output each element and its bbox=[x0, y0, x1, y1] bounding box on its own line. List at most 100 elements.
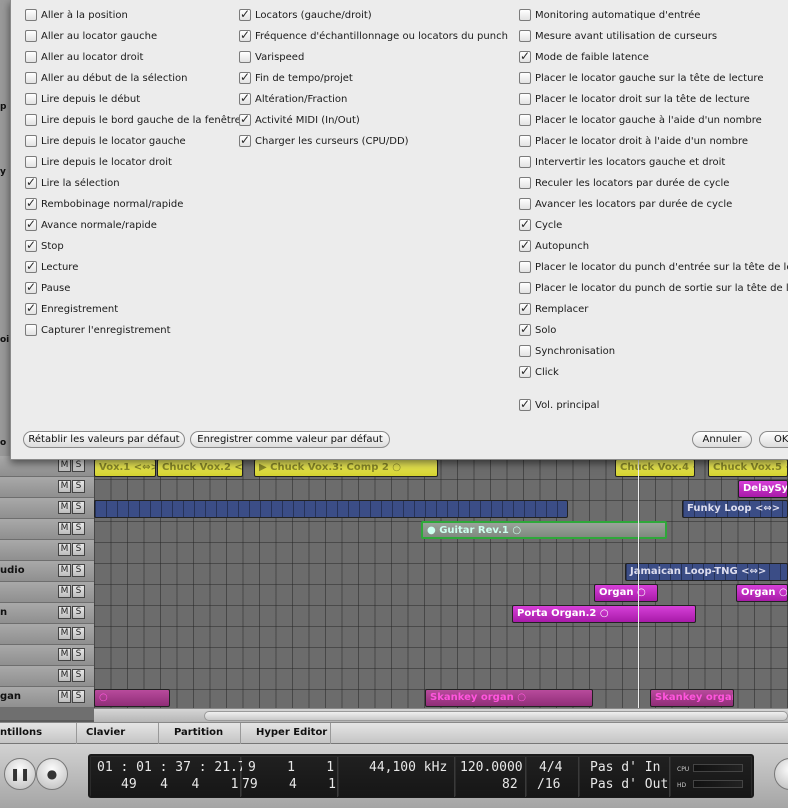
track-row[interactable]: gan M S bbox=[0, 687, 94, 708]
option-auto-input-monitoring[interactable]: Monitoring automatique d'entrée bbox=[519, 6, 700, 24]
checkbox[interactable] bbox=[25, 324, 37, 336]
option-cycle[interactable]: Cycle bbox=[519, 216, 562, 234]
solo-button[interactable]: S bbox=[72, 669, 85, 682]
option-set-left-locator-number[interactable]: Placer le locator gauche à l'aide d'un n… bbox=[519, 111, 762, 129]
checkbox[interactable] bbox=[519, 9, 531, 21]
checkbox[interactable] bbox=[519, 93, 531, 105]
playhead[interactable] bbox=[638, 458, 639, 708]
option-play-from-right-locator[interactable]: Lire depuis le locator droit bbox=[25, 153, 172, 171]
checkbox[interactable] bbox=[239, 51, 251, 63]
checkbox[interactable] bbox=[239, 70, 251, 84]
punch-display[interactable]: Pas d' In Pas d' Out bbox=[580, 757, 670, 797]
checkbox[interactable] bbox=[519, 345, 531, 357]
option-load-meters[interactable]: Charger les curseurs (CPU/DD) bbox=[239, 132, 409, 150]
checkbox[interactable] bbox=[25, 175, 37, 189]
checkbox[interactable] bbox=[25, 9, 37, 21]
region[interactable]: Funky Loop <⇔> bbox=[682, 500, 788, 518]
track-row[interactable]: udio M S bbox=[0, 561, 94, 582]
option-goto-left-locator[interactable]: Aller au locator gauche bbox=[25, 27, 157, 45]
mute-button[interactable]: M bbox=[58, 648, 71, 661]
checkbox[interactable] bbox=[519, 261, 531, 273]
checkbox[interactable] bbox=[25, 93, 37, 105]
option-capture-recording[interactable]: Capturer l'enregistrement bbox=[25, 321, 171, 339]
position-display[interactable]: 01 : 01 : 37 : 21.70 49 4 4 1 bbox=[91, 757, 254, 797]
checkbox[interactable] bbox=[239, 91, 251, 105]
region[interactable]: Skankey organ ○ bbox=[425, 689, 593, 707]
checkbox[interactable] bbox=[239, 133, 251, 147]
option-play-selection[interactable]: Lire la sélection bbox=[25, 174, 120, 192]
mute-button[interactable]: M bbox=[58, 627, 71, 640]
solo-button[interactable]: S bbox=[72, 585, 85, 598]
option-pre-roll[interactable]: Mesure avant utilisation de curseurs bbox=[519, 27, 717, 45]
region[interactable]: Chuck Vox.5 <⇔> bbox=[708, 459, 788, 477]
region[interactable]: Chuck Vox.4 <⇔> bbox=[615, 459, 695, 477]
track-row[interactable]: M S bbox=[0, 582, 94, 603]
track-row[interactable]: M S bbox=[0, 666, 94, 687]
mute-button[interactable]: M bbox=[58, 543, 71, 556]
solo-button[interactable]: S bbox=[72, 459, 85, 472]
checkbox[interactable] bbox=[25, 196, 37, 210]
option-midi-activity[interactable]: Activité MIDI (In/Out) bbox=[239, 111, 360, 129]
checkbox[interactable] bbox=[25, 156, 37, 168]
option-replace[interactable]: Remplacer bbox=[519, 300, 588, 318]
tab-piano-roll[interactable]: Clavier bbox=[86, 727, 125, 738]
tab-hyper-editor[interactable]: Hyper Editor bbox=[256, 727, 327, 738]
option-set-punch-out-playhead[interactable]: Placer le locator du punch de sortie sur… bbox=[519, 279, 788, 297]
option-record[interactable]: Enregistrement bbox=[25, 300, 118, 318]
mute-button[interactable]: M bbox=[58, 585, 71, 598]
save-as-default-button[interactable]: Enregistrer comme valeur par défaut bbox=[190, 431, 390, 448]
checkbox[interactable] bbox=[519, 177, 531, 189]
checkbox[interactable] bbox=[519, 322, 531, 336]
arrange-grid[interactable]: Vox.1 <⇔> Chuck Vox.2 <⇔> ▶ Chuck Vox.3:… bbox=[94, 458, 788, 708]
pause-button[interactable]: ❚❚ bbox=[4, 758, 36, 790]
solo-button[interactable]: S bbox=[72, 690, 85, 703]
track-row[interactable]: M S bbox=[0, 498, 94, 519]
option-goto-right-locator[interactable]: Aller au locator droit bbox=[25, 48, 143, 66]
region[interactable]: DelaySynth bbox=[738, 480, 788, 498]
mute-button[interactable]: M bbox=[58, 459, 71, 472]
option-play-from-window-edge[interactable]: Lire depuis le bord gauche de la fenêtre bbox=[25, 111, 241, 129]
option-play[interactable]: Lecture bbox=[25, 258, 78, 276]
option-sync[interactable]: Synchronisation bbox=[519, 342, 615, 360]
option-pause[interactable]: Pause bbox=[25, 279, 70, 297]
checkbox[interactable] bbox=[239, 7, 251, 21]
checkbox[interactable] bbox=[519, 156, 531, 168]
mute-button[interactable]: M bbox=[58, 480, 71, 493]
checkbox[interactable] bbox=[25, 135, 37, 147]
reset-defaults-button[interactable]: Rétablir les valeurs par défaut bbox=[23, 431, 185, 448]
tab-sample-editor[interactable]: ntillons bbox=[0, 727, 42, 738]
region[interactable]: Chuck Vox.2 <⇔> bbox=[157, 459, 243, 477]
checkbox[interactable] bbox=[519, 397, 531, 411]
solo-button[interactable]: S bbox=[72, 627, 85, 640]
checkbox[interactable] bbox=[519, 217, 531, 231]
scrollbar-thumb[interactable] bbox=[204, 711, 788, 721]
option-goto-position[interactable]: Aller à la position bbox=[25, 6, 128, 24]
solo-button[interactable]: S bbox=[72, 606, 85, 619]
cancel-button[interactable]: Annuler bbox=[692, 431, 752, 448]
option-set-right-locator-number[interactable]: Placer le locator droit à l'aide d'un no… bbox=[519, 132, 748, 150]
region[interactable]: Organ ○ bbox=[594, 584, 658, 602]
checkbox[interactable] bbox=[25, 217, 37, 231]
option-move-locators-forward[interactable]: Avancer les locators par durée de cycle bbox=[519, 195, 732, 213]
mute-button[interactable]: M bbox=[58, 501, 71, 514]
checkbox[interactable] bbox=[25, 259, 37, 273]
track-row[interactable]: M S bbox=[0, 477, 94, 498]
sample-rate-display[interactable]: 44,100 kHz bbox=[339, 757, 455, 797]
horizontal-scrollbar[interactable] bbox=[94, 708, 788, 722]
region[interactable]: Vox.1 <⇔> bbox=[94, 459, 156, 477]
record-button[interactable]: ● bbox=[36, 758, 68, 790]
checkbox[interactable] bbox=[25, 301, 37, 315]
option-low-latency[interactable]: Mode de faible latence bbox=[519, 48, 649, 66]
solo-button[interactable]: S bbox=[72, 501, 85, 514]
region[interactable]: ▶ Chuck Vox.3: Comp 2 ○ bbox=[254, 459, 438, 477]
track-row[interactable]: M S bbox=[0, 519, 94, 540]
solo-button[interactable]: S bbox=[72, 480, 85, 493]
mute-button[interactable]: M bbox=[58, 669, 71, 682]
mute-button[interactable]: M bbox=[58, 522, 71, 535]
option-stop[interactable]: Stop bbox=[25, 237, 64, 255]
checkbox[interactable] bbox=[519, 135, 531, 147]
region[interactable]: Jamaican Loop-TNG <⇔> bbox=[625, 563, 788, 581]
checkbox[interactable] bbox=[519, 72, 531, 84]
tab-score[interactable]: Partition bbox=[174, 727, 223, 738]
option-locators[interactable]: Locators (gauche/droit) bbox=[239, 6, 372, 24]
